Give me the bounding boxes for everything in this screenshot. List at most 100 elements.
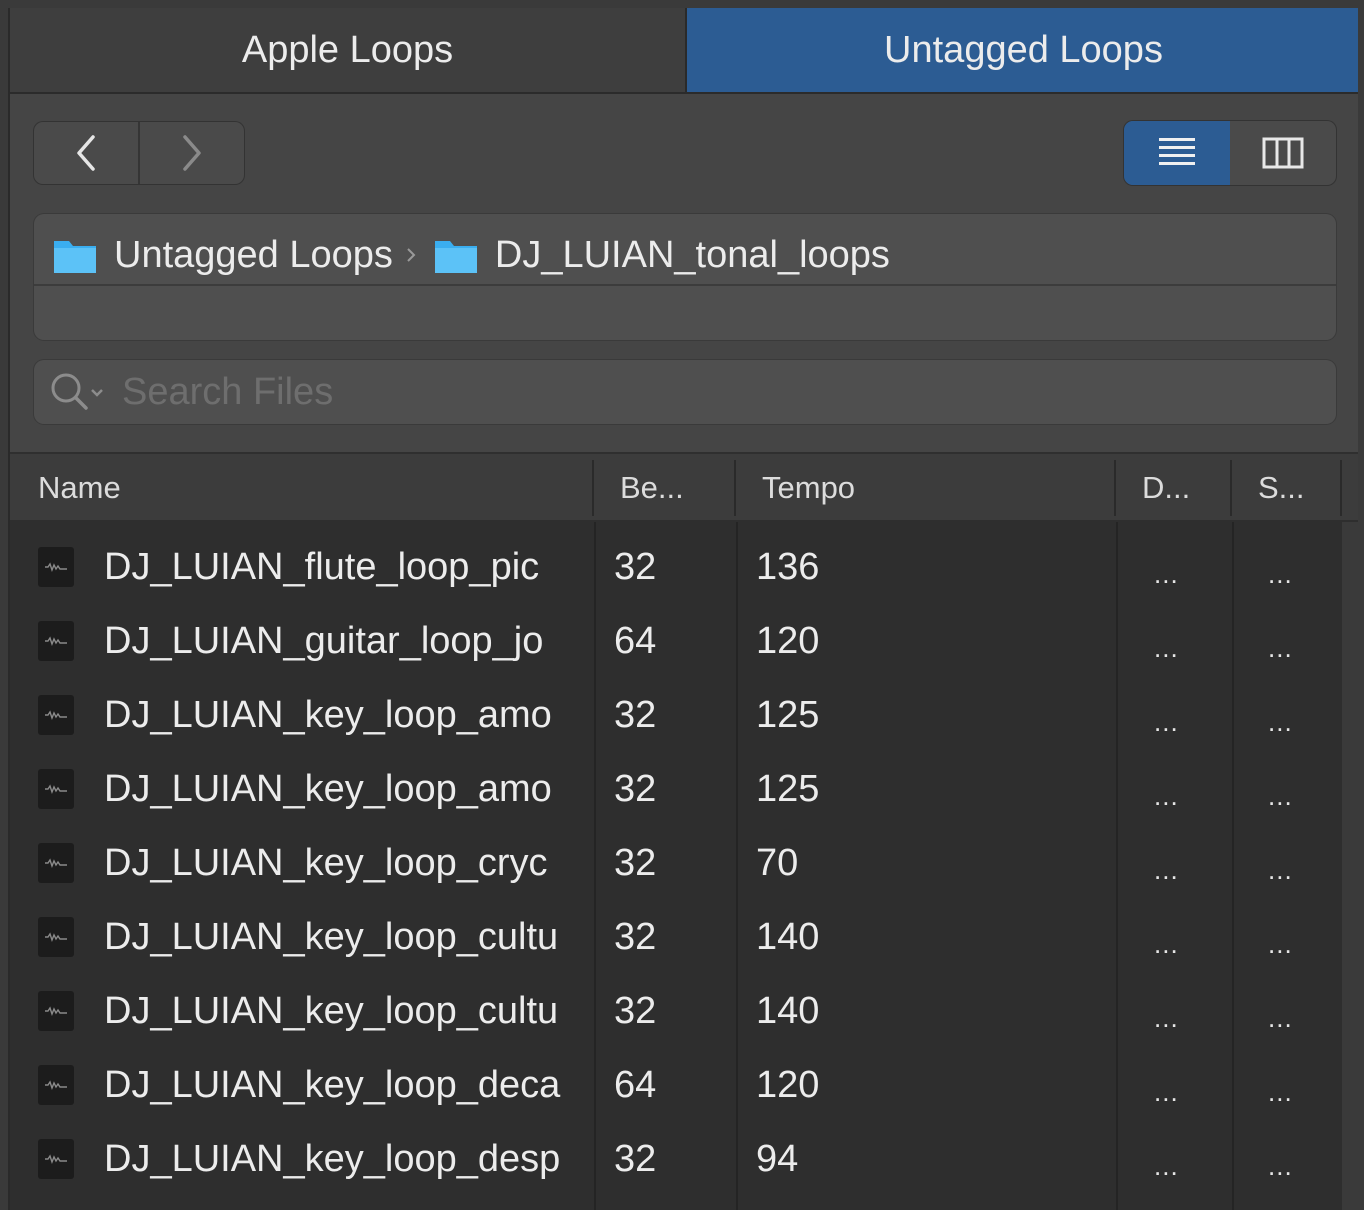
forward-button[interactable] [138, 122, 244, 184]
file-s: ... [1268, 1076, 1293, 1107]
table-row[interactable]: DJ_LUIAN_flute_loop_pic 32 136...... [10, 530, 1342, 604]
file-name: DJ_LUIAN_key_loop_amo [104, 767, 552, 810]
file-name: DJ_LUIAN_key_loop_cultu [104, 989, 559, 1032]
audio-file-icon [38, 1065, 74, 1105]
file-s: ... [1268, 928, 1293, 959]
file-s: ... [1268, 854, 1293, 885]
view-mode-toggle [1124, 121, 1336, 185]
column-view-button[interactable] [1230, 121, 1336, 185]
file-d: ... [1154, 706, 1179, 737]
file-tempo: 120 [756, 619, 820, 662]
audio-file-icon [38, 917, 74, 957]
table-row[interactable]: DJ_LUIAN_key_loop_amo 32 125...... [10, 678, 1342, 752]
file-name: DJ_LUIAN_key_loop_cultu [104, 915, 559, 958]
file-d: ... [1154, 558, 1179, 589]
file-beats: 32 [614, 841, 657, 884]
file-name: DJ_LUIAN_key_loop_desp [104, 1137, 561, 1180]
file-tempo: 120 [756, 1063, 820, 1106]
path-divider [34, 284, 1336, 286]
column-view-icon [1262, 137, 1304, 169]
audio-file-icon [38, 1139, 74, 1179]
table-row[interactable]: DJ_LUIAN_key_loop_deca 64 120...... [10, 1048, 1342, 1122]
tab-bar: Apple Loops Untagged Loops [10, 8, 1358, 94]
audio-file-icon [38, 843, 74, 883]
file-s: ... [1268, 706, 1293, 737]
chevron-right-icon [183, 135, 201, 171]
file-beats: 64 [614, 1063, 657, 1106]
file-d: ... [1154, 1076, 1179, 1107]
list-view-button[interactable] [1124, 121, 1230, 185]
tab-apple-loops[interactable]: Apple Loops [10, 8, 685, 92]
file-s: ... [1268, 558, 1293, 589]
file-beats: 32 [614, 545, 657, 588]
breadcrumb-label: Untagged Loops [114, 233, 393, 276]
path-bar: Untagged Loops DJ_LUIAN_tonal_loops [34, 214, 1336, 340]
table-row[interactable]: DJ_LUIAN_key_loop_desp 32 94...... [10, 1122, 1342, 1196]
file-s: ... [1268, 1002, 1293, 1033]
file-name: DJ_LUIAN_flute_loop_pic [104, 545, 540, 588]
file-tempo: 140 [756, 915, 820, 958]
tab-untagged-loops[interactable]: Untagged Loops [685, 8, 1358, 92]
list-view-icon [1159, 138, 1195, 165]
file-name: DJ_LUIAN_key_loop_deca [104, 1063, 561, 1106]
search-input[interactable] [122, 370, 1222, 414]
file-tempo: 140 [756, 989, 820, 1032]
file-name: DJ_LUIAN_key_loop_amo [104, 693, 552, 736]
breadcrumb: Untagged Loops DJ_LUIAN_tonal_loops [52, 226, 890, 284]
table-row[interactable]: DJ_LUIAN_guitar_loop_jo 64 120...... [10, 604, 1342, 678]
table-header: Name Be... Tempo D... S... [10, 454, 1358, 522]
audio-file-icon [38, 991, 74, 1031]
chevron-left-icon [77, 135, 95, 171]
column-header-beats[interactable]: Be... [620, 454, 684, 522]
table-row[interactable]: DJ_LUIAN_key_loop_amo 32 125...... [10, 752, 1342, 826]
file-tempo: 125 [756, 693, 820, 736]
file-s: ... [1268, 632, 1293, 663]
file-d: ... [1154, 854, 1179, 885]
search-field[interactable] [34, 360, 1336, 424]
breadcrumb-dj-luian-tonal-loops[interactable]: DJ_LUIAN_tonal_loops [433, 234, 890, 277]
folder-icon [54, 241, 96, 273]
file-beats: 32 [614, 1137, 657, 1180]
column-separator[interactable] [592, 460, 594, 516]
column-separator[interactable] [1114, 460, 1116, 516]
column-header-tempo[interactable]: Tempo [762, 454, 855, 522]
table-row[interactable]: DJ_LUIAN_key_loop_cultu 32 140...... [10, 974, 1342, 1048]
file-tempo: 70 [756, 841, 799, 884]
audio-file-icon [38, 547, 74, 587]
column-separator[interactable] [734, 460, 736, 516]
file-tempo: 136 [756, 545, 820, 588]
file-d: ... [1154, 780, 1179, 811]
scrollbar[interactable] [1342, 522, 1358, 1210]
breadcrumb-label: DJ_LUIAN_tonal_loops [494, 233, 890, 276]
column-header-d[interactable]: D... [1142, 454, 1190, 522]
search-icon[interactable] [48, 370, 110, 414]
navigation-buttons [34, 122, 244, 184]
file-tempo: 94 [756, 1137, 799, 1180]
file-s: ... [1268, 780, 1293, 811]
tab-apple-loops-label: Apple Loops [241, 28, 454, 71]
tab-untagged-loops-label: Untagged Loops [884, 28, 1163, 71]
table-row[interactable]: DJ_LUIAN_key_loop_cryc 32 70...... [10, 826, 1342, 900]
file-d: ... [1154, 632, 1179, 663]
file-beats: 32 [614, 989, 657, 1032]
back-button[interactable] [34, 122, 138, 184]
file-d: ... [1154, 1150, 1179, 1181]
file-name: DJ_LUIAN_key_loop_cryc [104, 841, 548, 884]
file-tempo: 125 [756, 767, 820, 810]
audio-file-icon [38, 695, 74, 735]
column-header-s[interactable]: S... [1258, 454, 1305, 522]
audio-file-icon [38, 621, 74, 661]
file-beats: 32 [614, 915, 657, 958]
file-d: ... [1154, 1002, 1179, 1033]
file-list: DJ_LUIAN_flute_loop_pic 32 136...... DJ_LUI… [10, 522, 1342, 1210]
file-beats: 32 [614, 693, 657, 736]
column-separator [1340, 460, 1342, 516]
table-row[interactable]: DJ_LUIAN_key_loop_cultu 32 140...... [10, 900, 1342, 974]
column-separator[interactable] [1230, 460, 1232, 516]
column-header-name[interactable]: Name [38, 454, 121, 522]
audio-file-icon [38, 769, 74, 809]
file-name: DJ_LUIAN_guitar_loop_jo [104, 619, 544, 662]
file-s: ... [1268, 1150, 1293, 1181]
chevron-right-icon [407, 248, 416, 262]
breadcrumb-untagged-loops[interactable]: Untagged Loops [52, 234, 393, 277]
